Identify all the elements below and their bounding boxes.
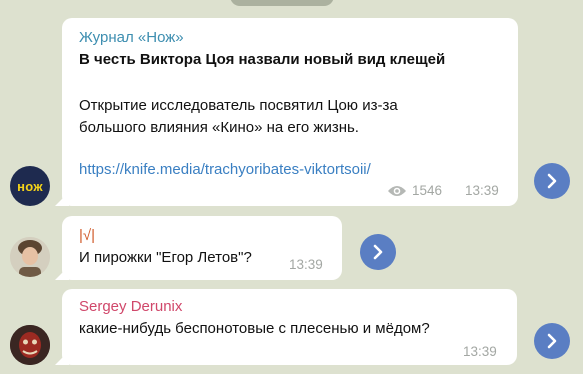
message-bubble[interactable]: |√| И пирожки "Егор Летов"? 13:39 [62,216,342,280]
message-text: какие-нибудь беспонотовые с плесенью и м… [79,320,430,337]
user-avatar[interactable] [10,237,50,277]
post-body-line-2: большого влияния «Кино» на его жизнь. [79,119,359,136]
message-bubble-channel-post[interactable]: Журнал «Нож» В честь Виктора Цоя назвали… [62,18,518,206]
forward-button[interactable] [534,163,570,199]
forward-button[interactable] [360,234,396,270]
view-count: 1546 [412,183,443,198]
forward-icon [547,173,557,189]
message-time: 13:39 [465,183,499,198]
forward-button[interactable] [534,323,570,359]
post-body-line-1: Открытие исследователь посвятил Цою из-з… [79,97,398,114]
post-link[interactable]: https://knife.media/trachyoribates-vikto… [79,160,371,180]
forward-icon [547,333,557,349]
message-time: 13:39 [289,257,323,272]
channel-logo-text: нож [17,178,43,194]
sender-name[interactable]: Журнал «Нож» [79,28,184,48]
post-title: В честь Виктора Цоя назвали новый вид кл… [79,51,446,68]
message-bubble[interactable]: Sergey Derunix какие-нибудь беспонотовые… [62,289,517,365]
channel-avatar[interactable]: нож [10,166,50,206]
eye-icon [388,186,406,196]
user-avatar[interactable] [10,325,50,365]
sender-name[interactable]: Sergey Derunix [79,297,182,317]
sender-name[interactable]: |√| [79,226,95,246]
user-avatar-image [10,237,50,277]
user-avatar-image [10,325,50,365]
date-separator [230,0,334,6]
message-text: И пирожки "Егор Летов"? [79,249,252,266]
forward-icon [373,244,383,260]
message-time: 13:39 [463,344,497,359]
